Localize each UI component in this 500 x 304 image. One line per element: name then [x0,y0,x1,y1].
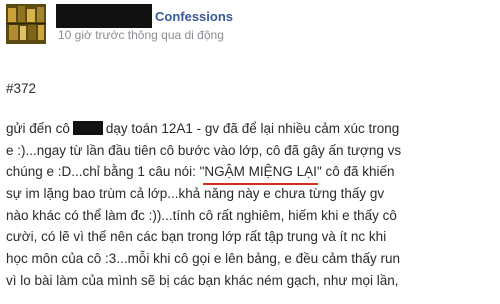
avatar-image [6,4,46,44]
confession-number: #372 [6,81,37,96]
highlighted-quote: NGẬM MIỆNG LẠI [203,161,318,186]
post-line-6: cười, có lẽ vì thế nên các bạn trong lớp… [6,229,387,245]
post-text: gửi đến cô [6,121,70,136]
post-text: " cô đã khiến [316,164,395,180]
page-avatar[interactable] [6,4,46,44]
post-line-4: sự im lặng bao trùm cả lớp...khả năng nà… [6,186,385,202]
post-body: gửi đến cô dạy toán 12A1 - gv đã để lại n… [6,118,494,292]
post-line-1: gửi đến cô dạy toán 12A1 - gv đã để lại n… [6,118,494,140]
post-text: chúng e :D...chỉ bằng 1 câu nói: " [6,164,205,180]
post-line-5: nào khác có thể làm đc :))...tính cô rất… [6,207,397,223]
redacted-page-name [56,4,152,28]
post-line-2: e :)...ngay từ lần đầu tiên cô bước vào … [6,142,402,158]
page-name-link[interactable]: Confessions [155,8,233,26]
post-timestamp[interactable]: 10 giờ trước thông qua di động [58,27,224,43]
quote-text: NGẬM MIỆNG LẠI [204,164,317,180]
redacted-teacher-name [72,121,103,135]
post-line-7: học môn của cô :3...mỗi khi cô gọi e lên… [6,251,400,267]
post-line-8: vì lo bài làm của mình sẽ bị các bạn khá… [6,272,399,288]
red-underline [203,183,318,186]
post-line-3: chúng e :D...chỉ bằng 1 câu nói: "NGẬM M… [6,161,494,186]
post-text: dạy toán 12A1 - gv đã để lại nhiều cảm x… [105,121,400,136]
confession-post: Confessions 10 giờ trước thông qua di độ… [0,0,500,304]
